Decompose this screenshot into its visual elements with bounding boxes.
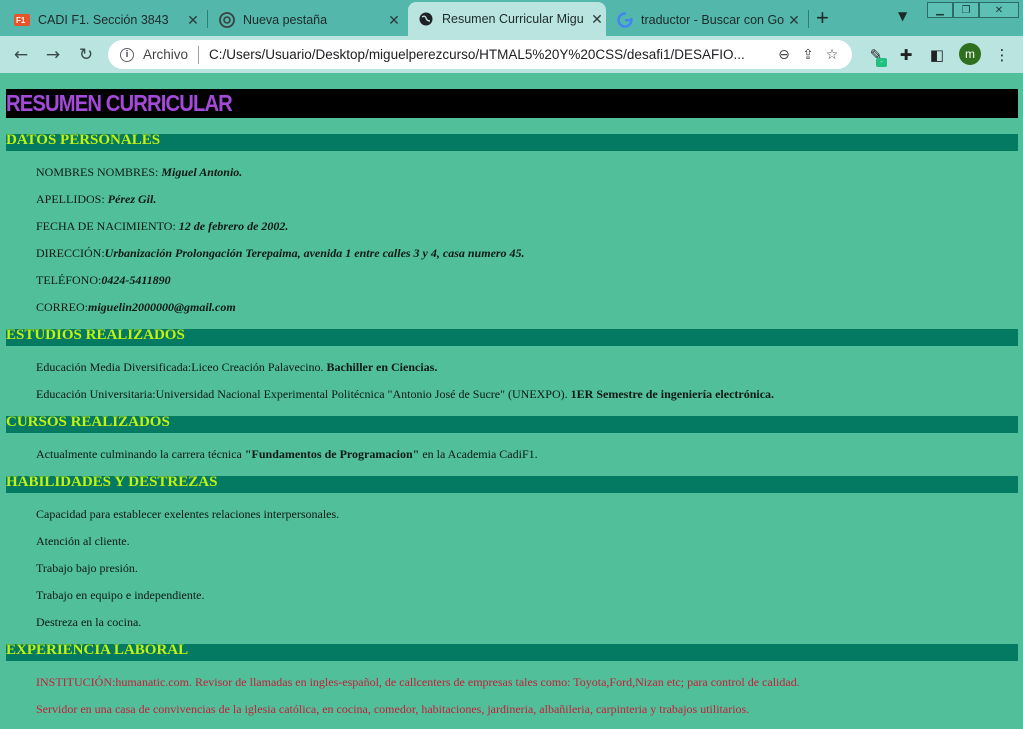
svg-text:F1: F1: [16, 16, 26, 25]
skill-item: Destreza en la cocina.: [36, 615, 142, 629]
close-tab-icon[interactable]: ✕: [385, 12, 403, 29]
experience-item: INSTITUCIÓN:humanatic.com. Revisor de ll…: [36, 675, 800, 689]
forward-arrow-icon[interactable]: →: [40, 42, 66, 68]
tab-search-chevron-icon[interactable]: ▼: [898, 9, 907, 23]
resume-title-bar: RESUMEN CURRICULAR: [6, 89, 1018, 118]
site-info-icon[interactable]: i: [120, 47, 134, 62]
section-header-courses: CURSOS REALIZADOS: [6, 414, 1018, 433]
section-header-studies: ESTUDIOS REALIZADOS: [6, 327, 1018, 346]
extensions-puzzle-icon[interactable]: ✚: [895, 44, 917, 66]
course-pre: Actualmente culminando la carrera técnic…: [36, 447, 245, 461]
phone-value: 0424-5411890: [101, 273, 171, 287]
personal-address: DIRECCIÓN:Urbanización Prolongación Tere…: [36, 246, 525, 261]
tab-title: Resumen Curricular Migu: [442, 12, 584, 26]
study-media-degree: Bachiller en Ciencias.: [326, 360, 438, 374]
study-university: Educación Universitaria:Universidad Naci…: [36, 387, 774, 402]
course-name: "Fundamentos de Programacion": [244, 447, 420, 461]
tab-title: CADI F1. Sección 3843: [38, 13, 169, 27]
study-media-text: Educación Media Diversificada:Liceo Crea…: [36, 360, 327, 374]
address-divider: [198, 45, 200, 64]
names-value: Miguel Antonio.: [161, 165, 243, 179]
course-post: en la Academia CadiF1.: [419, 447, 538, 461]
personal-email: CORREO:miguelin2000000@gmail.com: [36, 300, 236, 315]
skill-item: Trabajo en equipo e independiente.: [36, 588, 205, 602]
close-tab-icon[interactable]: ✕: [184, 12, 202, 29]
close-tab-icon[interactable]: ✕: [785, 12, 803, 29]
skill-item: Capacidad para establecer exelentes rela…: [36, 507, 340, 521]
new-tab-button[interactable]: +: [816, 7, 829, 29]
experience-item: Servidor en una casa de convivencias de …: [36, 702, 750, 716]
address-value: Urbanización Prolongación Terepaima, ave…: [104, 246, 525, 260]
extension-badge: -: [876, 58, 887, 67]
course-item: Actualmente culminando la carrera técnic…: [36, 447, 538, 462]
restore-icon[interactable]: ❐: [953, 2, 979, 18]
tab-divider: [207, 10, 208, 28]
personal-phone: TELÉFONO:0424-5411890: [36, 273, 171, 288]
bookmark-star-icon[interactable]: ☆: [820, 47, 844, 63]
study-univ-text: Educación Universitaria:Universidad Naci…: [36, 387, 571, 401]
window-controls: ▁ ❐ ✕: [927, 2, 1019, 20]
personal-names: NOMBRES NOMBRES: Miguel Antonio.: [36, 165, 242, 180]
minimize-icon[interactable]: ▁: [927, 2, 953, 18]
section-title: DATOS PERSONALES: [6, 132, 161, 148]
globe-icon: [418, 11, 434, 27]
resume-title: RESUMEN CURRICULAR: [6, 90, 233, 116]
share-icon[interactable]: ⇪: [796, 47, 820, 63]
zoom-icon[interactable]: ⊖: [772, 47, 796, 63]
reload-icon[interactable]: ↻: [73, 42, 99, 68]
close-window-icon[interactable]: ✕: [979, 2, 1019, 18]
section-header-skills: HABILIDADES Y DESTREZAS: [6, 474, 1018, 493]
names-label: NOMBRES NOMBRES:: [36, 165, 162, 179]
phone-label: TELÉFONO:: [36, 273, 102, 287]
tab-traductor[interactable]: traductor - Buscar con Go ✕: [617, 4, 803, 36]
profile-avatar[interactable]: m: [959, 43, 981, 65]
section-header-personal: DATOS PERSONALES: [6, 132, 1018, 151]
tab-title: traductor - Buscar con Go: [641, 13, 785, 27]
cadi-f1-favicon-icon: F1: [14, 12, 30, 28]
birth-label: FECHA DE NACIMIENTO:: [36, 219, 179, 233]
personal-birthdate: FECHA DE NACIMIENTO: 12 de febrero de 20…: [36, 219, 288, 234]
section-title: EXPERIENCIA LABORAL: [6, 642, 189, 658]
tab-new-tab[interactable]: Nueva pestaña ✕: [219, 4, 403, 36]
section-title: ESTUDIOS REALIZADOS: [6, 327, 185, 343]
address-label: DIRECCIÓN:: [36, 246, 105, 260]
study-univ-degree: 1ER Semestre de ingeniería electrónica.: [570, 387, 775, 401]
address-url[interactable]: C:/Users/Usuario/Desktop/miguelperezcurs…: [209, 47, 772, 62]
birth-value: 12 de febrero de 2002.: [178, 219, 289, 233]
study-media: Educación Media Diversificada:Liceo Crea…: [36, 360, 437, 375]
address-bar[interactable]: i Archivo C:/Users/Usuario/Desktop/migue…: [108, 40, 852, 69]
back-arrow-icon[interactable]: ←: [8, 42, 34, 68]
tab-title: Nueva pestaña: [243, 13, 328, 27]
email-label: CORREO:: [36, 300, 89, 314]
address-scheme: Archivo: [143, 47, 189, 62]
tab-resumen-curricular[interactable]: Resumen Curricular Migu ✕: [408, 2, 606, 36]
tab-cadi[interactable]: F1 CADI F1. Sección 3843 ✕: [14, 4, 202, 36]
close-tab-icon[interactable]: ✕: [588, 11, 606, 28]
browser-toolbar: ← → ↻ i Archivo C:/Users/Usuario/Desktop…: [0, 36, 1023, 73]
page-content: RESUMEN CURRICULAR DATOS PERSONALES NOMB…: [0, 73, 1023, 729]
section-title: HABILIDADES Y DESTREZAS: [6, 474, 218, 490]
skill-item: Atención al cliente.: [36, 534, 130, 548]
menu-kebab-icon[interactable]: ⋮: [991, 44, 1013, 66]
google-icon: [617, 12, 633, 28]
section-header-experience: EXPERIENCIA LABORAL: [6, 642, 1018, 661]
chrome-icon: [219, 12, 235, 28]
side-panel-icon[interactable]: ◧: [926, 44, 948, 66]
personal-surnames: APELLIDOS: Pérez Gil.: [36, 192, 156, 207]
skill-item: Trabajo bajo presión.: [36, 561, 138, 575]
tab-strip: F1 CADI F1. Sección 3843 ✕ Nueva pestaña…: [0, 0, 1023, 36]
section-title: CURSOS REALIZADOS: [6, 414, 170, 430]
email-value: miguelin2000000@gmail.com: [88, 300, 236, 314]
surnames-label: APELLIDOS:: [36, 192, 108, 206]
surnames-value: Pérez Gil.: [107, 192, 157, 206]
tab-divider: [808, 10, 809, 28]
